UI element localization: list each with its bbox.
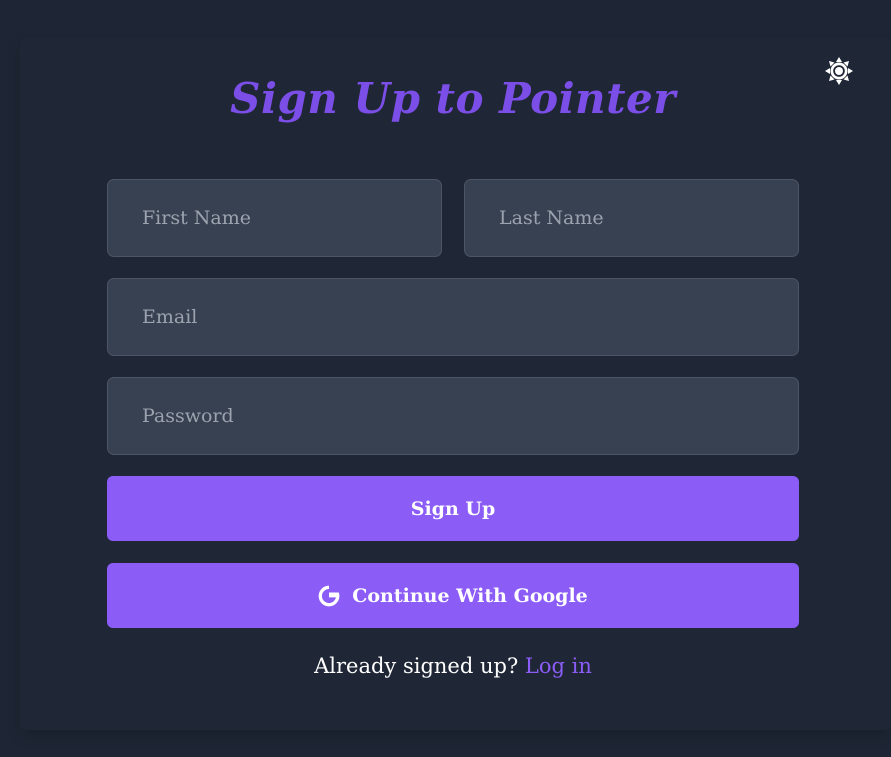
- email-field[interactable]: [107, 278, 799, 356]
- sign-up-button-label: Sign Up: [410, 497, 496, 520]
- password-field[interactable]: [107, 377, 799, 455]
- sign-up-button[interactable]: Sign Up: [107, 476, 799, 541]
- login-prompt-text: Already signed up?: [314, 654, 519, 678]
- continue-with-google-label: Continue With Google: [352, 584, 588, 607]
- google-icon: [318, 585, 340, 607]
- login-link[interactable]: Log in: [525, 654, 592, 678]
- login-prompt: Already signed up? Log in: [0, 648, 891, 684]
- page-title: Sign Up to Pointer: [230, 74, 676, 123]
- continue-with-google-button[interactable]: Continue With Google: [107, 563, 799, 628]
- first-name-field[interactable]: [107, 179, 442, 257]
- last-name-field[interactable]: [464, 179, 799, 257]
